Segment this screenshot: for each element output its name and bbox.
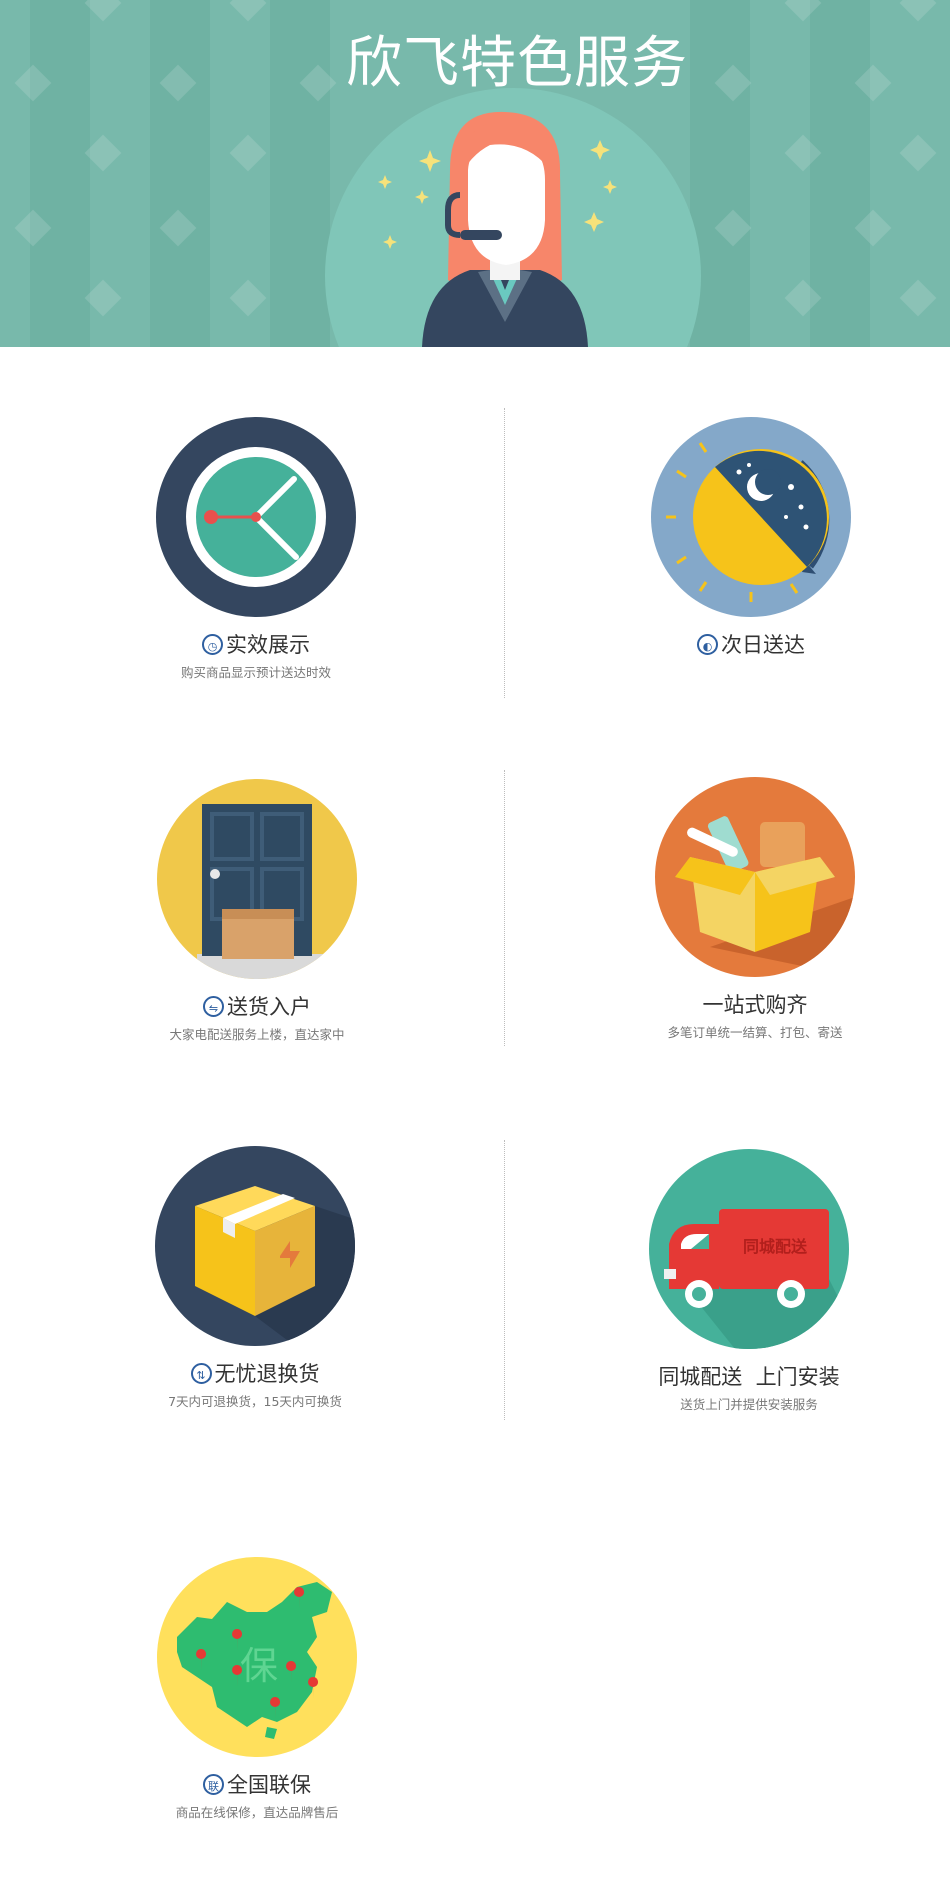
delivery-truck-illustration: 同城配送: [649, 1149, 849, 1349]
lian-icon: 联: [203, 1774, 224, 1795]
shopping-box-illustration: [655, 777, 855, 977]
banner-diamond: [84, 279, 122, 317]
service-description: 商品在线保修，直达品牌售后: [175, 1805, 339, 1820]
service-description: 7天内可退换货，15天内可换货: [168, 1394, 342, 1409]
service-description: 多笔订单统一结算、打包、寄送: [667, 1025, 843, 1040]
service-card-next-day-delivery: ◐ 次日送达: [601, 417, 901, 697]
banner-diamond: [229, 279, 267, 317]
service-title-row: ◷ 实效展示: [106, 629, 406, 659]
service-card-hassle-free-returns: ⇅ 无忧退换货 7天内可退换货，15天内可换货: [105, 1146, 405, 1426]
service-title: 一站式购齐: [702, 993, 808, 1017]
clock-icon: ◷: [202, 634, 223, 655]
service-description: 送货上门并提供安装服务: [680, 1397, 818, 1412]
service-title: 实效展示: [226, 633, 310, 657]
map-watermark: 保: [240, 1644, 278, 1688]
service-title-row: 同城配送 上门安装: [599, 1361, 899, 1391]
service-title: 次日送达: [721, 633, 805, 657]
service-title-row: ⇅ 无忧退换货: [105, 1358, 405, 1388]
half-moon-icon: ◐: [697, 634, 718, 655]
return-icon: ⇅: [190, 1363, 212, 1384]
column-divider: [504, 1140, 505, 1420]
door-parcel-illustration: [157, 779, 357, 979]
service-title: 送货入户: [227, 995, 311, 1019]
clock-illustration: [156, 417, 356, 617]
truck-label: 同城配送: [743, 1237, 808, 1256]
parcel-box-illustration: [155, 1146, 355, 1346]
service-title: 同城配送 上门安装: [658, 1365, 840, 1389]
column-divider: [504, 770, 505, 1046]
service-title-row: 一站式购齐: [605, 989, 905, 1019]
column-divider: [504, 408, 505, 698]
service-title-row: ⇋ 送货入户: [107, 991, 407, 1021]
banner-title: 欣飞特色服务: [346, 31, 688, 96]
service-title: 无忧退换货: [214, 1362, 320, 1386]
service-description: 购买商品显示预计送达时效: [180, 665, 331, 680]
service-title-row: 联全国联保: [107, 1769, 407, 1799]
service-card-local-delivery-installation: 同城配送 同城配送 上门安装 送货上门并提供安装服务: [599, 1149, 899, 1429]
banner-diamond: [229, 134, 267, 172]
delivery-icon: ⇋: [203, 996, 224, 1017]
service-card-timely-display: ◷ 实效展示 购买商品显示预计送达时效: [106, 417, 406, 697]
service-description: 大家电配送服务上楼，直达家中: [169, 1027, 345, 1042]
customer-service-agent-illustration: [378, 111, 617, 347]
china-map-illustration: 保: [157, 1557, 357, 1757]
service-title-row: ◐ 次日送达: [601, 629, 901, 659]
service-title: 全国联保: [227, 1773, 311, 1797]
banner-diamond: [899, 279, 937, 317]
banner-diamond: [84, 134, 122, 172]
day-night-illustration: [651, 417, 851, 617]
service-card-home-delivery: ⇋ 送货入户 大家电配送服务上楼，直达家中: [107, 779, 407, 1059]
banner: 欣飞特色服务: [0, 0, 950, 347]
banner-diamond: [899, 134, 937, 172]
service-card-nationwide-warranty: 保 联全国联保 商品在线保修，直达品牌售后: [107, 1557, 407, 1837]
service-card-one-stop-shopping: 一站式购齐 多笔订单统一结算、打包、寄送: [605, 777, 905, 1057]
